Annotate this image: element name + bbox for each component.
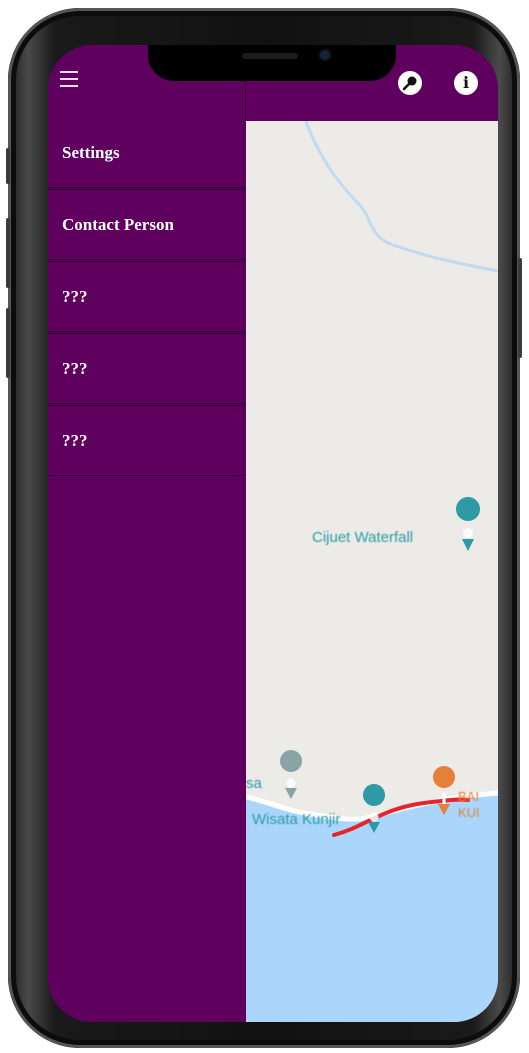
drawer-item-label: Settings (62, 142, 120, 162)
phone-power-button (518, 258, 522, 358)
map-view[interactable]: Cijuet Waterfall sa Wisata Kunjir BAI KU… (246, 121, 498, 1022)
info-button[interactable]: i (454, 71, 478, 95)
phone-volume-up (6, 218, 10, 288)
drawer-item-label: ??? (62, 286, 88, 306)
waterfall-pin-icon[interactable] (456, 497, 481, 551)
magnifier-icon (402, 76, 417, 91)
drawer-item-label: ??? (62, 430, 88, 450)
map-label-restaurant-line1: BAI (458, 789, 479, 804)
navigation-drawer: Settings Contact Person ??? ??? ??? (48, 117, 245, 1022)
drawer-item-label: ??? (62, 358, 88, 378)
search-button[interactable] (398, 71, 422, 95)
river-line (304, 121, 498, 273)
topbar-divider (245, 81, 246, 121)
map-label-waterfall: Cijuet Waterfall (312, 529, 414, 546)
map-label-restaurant: BAI KUI (458, 789, 480, 821)
phone-silent-switch (6, 148, 10, 184)
speaker (242, 53, 298, 59)
map-label-partial: sa (246, 775, 262, 792)
drawer-item-settings[interactable]: Settings (48, 117, 245, 188)
map-canvas (246, 121, 498, 1022)
map-label-restaurant-line2: KUI (458, 805, 480, 820)
front-camera (320, 50, 330, 60)
poi-pin-icon[interactable] (280, 750, 303, 799)
drawer-item-placeholder-2[interactable]: ??? (48, 333, 245, 404)
phone-volume-down (6, 308, 10, 378)
map-label-wisata: Wisata Kunjir (252, 811, 341, 828)
drawer-item-placeholder-1[interactable]: ??? (48, 261, 245, 332)
hamburger-menu-icon[interactable] (60, 71, 78, 87)
info-icon: i (462, 73, 470, 92)
notch (148, 45, 396, 81)
phone-screen: i Settings Contact Person ??? ??? ??? Ci… (48, 45, 498, 1022)
drawer-item-placeholder-3[interactable]: ??? (48, 405, 245, 476)
drawer-item-contact-person[interactable]: Contact Person (48, 189, 245, 260)
drawer-item-label: Contact Person (62, 214, 174, 234)
